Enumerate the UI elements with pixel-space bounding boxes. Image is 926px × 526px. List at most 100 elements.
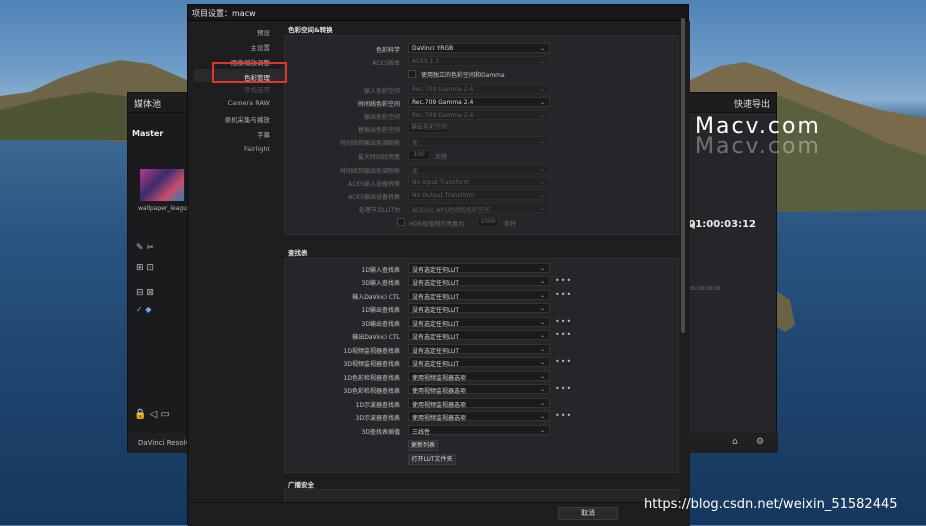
bin-master[interactable]: Master: [132, 129, 163, 138]
nav-subtitles[interactable]: 字幕: [257, 129, 270, 139]
hdr-unit: 尼特: [504, 221, 517, 228]
more-icon[interactable]: •••: [555, 411, 572, 420]
select-input-ctl[interactable]: 没有选定任何LUT ⌄: [408, 290, 550, 301]
row-hdr-mastering: HDR母版制作亮度为 1000 尼特: [285, 217, 678, 228]
chevron-down-icon: ⌄: [539, 112, 545, 119]
select-timeline-color-space[interactable]: Rec.709 Gamma 2.4 ⌄: [408, 97, 550, 107]
row-max-luminance: 最大时间线亮度 100 尼特: [285, 150, 678, 161]
nav-master-settings[interactable]: 主设置: [251, 42, 271, 52]
hdr-checkbox[interactable]: [397, 218, 405, 226]
lut-row: 1D输入查找表 没有选定任何LUT ⌄: [285, 263, 678, 274]
select-output-color-space[interactable]: Rec.709 Gamma 2.4 ⌄: [408, 110, 550, 120]
cancel-button[interactable]: 取消: [558, 507, 618, 520]
separate-gamma-checkbox[interactable]: [408, 70, 416, 78]
nav-presets[interactable]: 预设: [257, 27, 270, 37]
select-color-science[interactable]: DaVinci YRGB ⌄: [408, 43, 550, 53]
chevron-down-icon: ⌄: [539, 179, 545, 186]
more-icon[interactable]: •••: [555, 290, 572, 299]
label-color-science: 色彩科学: [375, 47, 400, 54]
link-icon[interactable]: ✓ ◆: [136, 305, 151, 314]
media-pool-tab[interactable]: 媒体池: [134, 97, 161, 110]
tools-row-icon[interactable]: ⊞ ⊡: [136, 263, 154, 273]
home-icon[interactable]: ⌂: [732, 437, 738, 447]
select-3d-scope-lut[interactable]: 使用视频监视器选项 ⌄: [408, 411, 550, 422]
lut-row: 1D示波器查找表 使用视频监视器选项 ⌄: [285, 398, 678, 409]
row-tone-mapping: 时间线到输出色调映射 无 ⌄: [285, 136, 678, 147]
section-color-space-title: 色彩空间&转换: [288, 26, 333, 34]
select-1d-output-lut[interactable]: 没有选定任何LUT ⌄: [408, 303, 550, 314]
max-luminance-input[interactable]: 100: [408, 150, 430, 160]
chevron-down-icon: ⌄: [539, 373, 545, 380]
select-1d-scope-lut[interactable]: 使用视频监视器选项 ⌄: [408, 398, 550, 409]
nav-general-options[interactable]: 常规选项: [244, 84, 270, 94]
more-icon[interactable]: •••: [555, 317, 572, 326]
dialog-titlebar: 项目设置：macw: [188, 5, 688, 21]
resolve-app-name: DaVinci Resolve: [138, 439, 194, 447]
chevron-down-icon: ⌄: [539, 138, 545, 145]
label-aces-idt: ACES输入设备转换: [348, 181, 400, 188]
row-timeline-color-space: 时间线色彩空间 Rec.709 Gamma 2.4 ⌄: [285, 97, 678, 108]
dialog-title: 项目设置：macw: [192, 9, 256, 18]
chevron-down-icon: ⌄: [539, 86, 545, 93]
select-node-lut[interactable]: ACEScc AP1时间线色彩空间 ⌄: [408, 203, 550, 214]
chevron-down-icon: ⌄: [539, 386, 545, 393]
label-max-luminance: 最大时间线亮度: [357, 154, 400, 161]
dialog-scrollbar[interactable]: [681, 18, 685, 333]
row-input-color-space: 输入色彩空间 Rec.709 Gamma 2.4 ⌄: [285, 84, 678, 95]
chevron-down-icon: ⌄: [539, 413, 545, 420]
edit-tools-icon[interactable]: ✎ ✂: [136, 243, 154, 253]
section-broadcast-safe-title: 广播安全: [288, 481, 314, 489]
select-3d-monitor-lut[interactable]: 没有选定任何LUT ⌄: [408, 357, 550, 368]
more-icon[interactable]: •••: [555, 357, 572, 366]
nav-color-management[interactable]: 色彩管理: [194, 69, 284, 82]
select-output-ctl[interactable]: 没有选定任何LUT ⌄: [408, 330, 550, 341]
lut-row: 3D色彩检视器查找表 使用视频监视器选项 ⌄ •••: [343, 384, 573, 395]
more-icon[interactable]: •••: [555, 384, 572, 393]
settings-gear-icon[interactable]: ⚙: [756, 437, 764, 447]
select-aces-version[interactable]: ACES 1.1 ⌄: [408, 56, 550, 66]
select-aces-idt[interactable]: No Input Transform ⌄: [408, 177, 550, 187]
select-3d-lut-interpolation[interactable]: 三线性 ⌄: [408, 425, 550, 436]
media-pool-panel: Master wallpaper_league_ ✎ ✂ ⊞ ⊡ ⊟ ⊠ ✓ ◆…: [128, 113, 194, 453]
select-1d-monitor-lut[interactable]: 没有选定任何LUT ⌄: [408, 344, 550, 355]
lut-row: 输入DaVinci CTL 没有选定任何LUT ⌄ •••: [352, 290, 573, 301]
nav-capture-playback[interactable]: 录机采集与播放: [225, 114, 271, 124]
nav-camera-raw[interactable]: Camera RAW: [228, 99, 270, 107]
lut-row: 输出DaVinci CTL 没有选定任何LUT ⌄ •••: [352, 330, 573, 341]
update-list-button[interactable]: 更新列表: [408, 440, 438, 451]
lut-row: 3D输出查找表 没有选定任何LUT ⌄ •••: [361, 317, 573, 328]
select-3d-input-lut[interactable]: 没有选定任何LUT ⌄: [408, 276, 550, 287]
select-gamut-mapping[interactable]: 无 ⌄: [408, 164, 550, 175]
open-lut-folder-button[interactable]: 打开LUT文件夹: [408, 454, 456, 465]
lut-row: 1D色彩检视器查找表 使用视频监视器选项 ⌄: [285, 371, 678, 382]
chevron-down-icon: ⌄: [539, 99, 545, 106]
clip-thumbnail[interactable]: [140, 169, 184, 201]
hdr-input[interactable]: 1000: [477, 217, 499, 227]
select-1d-viewer-lut[interactable]: 使用视频监视器选项 ⌄: [408, 371, 550, 382]
lut-panel: 1D输入查找表 没有选定任何LUT ⌄ 3D输入查找表 没有选定任何LUT ⌄ ••• 输…: [284, 258, 679, 473]
select-3d-viewer-lut[interactable]: 使用视频监视器选项 ⌄: [408, 384, 550, 395]
more-icon[interactable]: •••: [555, 330, 572, 339]
watermark-shadow: Macv.com: [695, 134, 821, 159]
max-luminance-unit: 尼特: [435, 154, 448, 161]
label-input-color-space: 输入色彩空间: [363, 88, 400, 95]
chevron-down-icon: ⌄: [539, 359, 545, 366]
more-icon[interactable]: •••: [555, 276, 572, 285]
dialog-footer: 取消: [188, 502, 688, 524]
nav-fairlight[interactable]: Fairlight: [244, 145, 270, 153]
replace-output-value[interactable]: 输出色彩空间: [408, 123, 450, 133]
chevron-down-icon: ⌄: [539, 319, 545, 326]
lut-row: 3D输入查找表 没有选定任何LUT ⌄ •••: [361, 276, 573, 287]
select-tone-mapping[interactable]: 无 ⌄: [408, 136, 550, 147]
label-aces-odt: ACES输出设备转换: [348, 194, 400, 201]
nav-image-scaling[interactable]: 图像缩放调整: [231, 57, 270, 67]
select-1d-input-lut[interactable]: 没有选定任何LUT ⌄: [408, 263, 550, 274]
label-gamut-mapping: 时间线到输出色域映射: [339, 168, 400, 175]
chevron-down-icon: ⌄: [539, 45, 545, 52]
audio-controls-icon[interactable]: 🔒 ◁ ▭: [134, 409, 170, 420]
select-aces-odt[interactable]: No Output Transform ⌄: [408, 190, 550, 200]
select-input-color-space[interactable]: Rec.709 Gamma 2.4 ⌄: [408, 84, 550, 94]
tools-row2-icon[interactable]: ⊟ ⊠: [136, 288, 154, 298]
select-3d-output-lut[interactable]: 没有选定任何LUT ⌄: [408, 317, 550, 328]
quick-export-button[interactable]: 快速导出: [734, 97, 770, 110]
